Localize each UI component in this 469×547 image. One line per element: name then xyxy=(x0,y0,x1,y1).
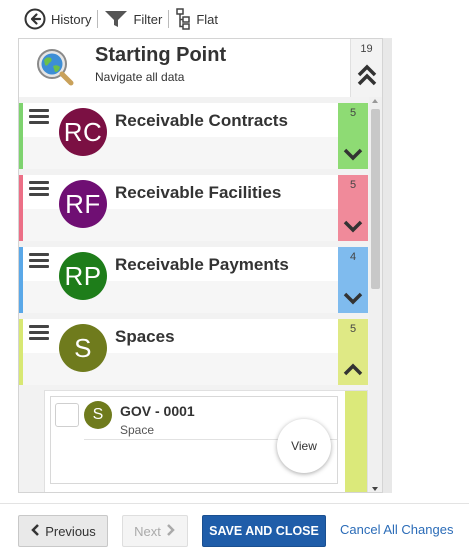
previous-button[interactable]: Previous xyxy=(18,515,108,547)
avatar: S xyxy=(84,401,112,429)
card-title: Receivable Contracts xyxy=(115,111,288,130)
history-button[interactable]: History xyxy=(24,8,91,30)
next-label: Next xyxy=(134,523,161,539)
child-side-strip xyxy=(345,391,367,492)
card-count: 5 xyxy=(349,179,357,191)
footer-divider xyxy=(0,503,469,504)
starting-point-card[interactable]: Starting Point Navigate all data 19 xyxy=(19,39,382,97)
hierarchy-icon xyxy=(175,8,191,30)
previous-label: Previous xyxy=(45,523,96,539)
navigation-panel: Starting Point Navigate all data 19 RC R… xyxy=(18,38,383,493)
card-receivable-facilities[interactable]: RF Receivable Facilities 5 xyxy=(19,175,368,241)
flat-label: Flat xyxy=(196,11,219,27)
hamburger-menu-icon[interactable] xyxy=(29,325,49,343)
globe-search-icon xyxy=(35,47,75,87)
panel-gutter xyxy=(383,38,392,493)
filter-icon xyxy=(104,9,128,29)
toolbar-divider xyxy=(168,10,170,28)
avatar: RC xyxy=(59,108,107,156)
filter-label: Filter xyxy=(133,11,163,27)
save-and-close-button[interactable]: SAVE AND CLOSE xyxy=(202,515,326,547)
child-title: GOV - 0001 xyxy=(120,403,195,419)
vertical-scrollbar[interactable] xyxy=(369,97,382,492)
starting-point-side: 19 xyxy=(350,39,382,97)
card-count: 5 xyxy=(349,323,357,335)
chevron-down-icon[interactable] xyxy=(343,147,363,166)
card-side: 4 xyxy=(338,247,368,313)
toolbar-divider xyxy=(97,10,99,28)
starting-point-count: 19 xyxy=(360,43,373,55)
hamburger-menu-icon[interactable] xyxy=(29,109,49,127)
card-title: Receivable Facilities xyxy=(115,183,282,202)
scrollbar-thumb[interactable] xyxy=(371,109,380,289)
card-side: 5 xyxy=(338,175,368,241)
card-receivable-payments[interactable]: RP Receivable Payments 4 xyxy=(19,247,368,313)
card-title: Spaces xyxy=(115,327,175,346)
card-count: 5 xyxy=(349,107,357,119)
scroll-up-arrow-icon[interactable] xyxy=(372,99,378,103)
chevron-down-icon[interactable] xyxy=(343,291,363,310)
back-arrow-icon xyxy=(24,8,46,30)
starting-point-subtitle: Navigate all data xyxy=(95,70,185,84)
scroll-down-arrow-icon[interactable] xyxy=(372,487,378,491)
next-button[interactable]: Next xyxy=(122,515,188,547)
chevron-down-icon[interactable] xyxy=(343,219,363,238)
card-spaces[interactable]: S Spaces 5 xyxy=(19,319,368,385)
avatar: S xyxy=(59,324,107,372)
hamburger-menu-icon[interactable] xyxy=(29,181,49,199)
cancel-all-changes-link[interactable]: Cancel All Changes xyxy=(340,522,453,537)
card-title: Receivable Payments xyxy=(115,255,289,274)
double-chevron-up-icon[interactable] xyxy=(356,63,378,92)
card-side: 5 xyxy=(338,319,368,385)
flat-button[interactable]: Flat xyxy=(175,8,218,30)
child-subtitle: Space xyxy=(120,423,155,437)
chevron-up-icon[interactable] xyxy=(343,363,363,382)
toolbar: History Filter Flat xyxy=(0,0,469,38)
card-receivable-contracts[interactable]: RC Receivable Contracts 5 xyxy=(19,103,368,169)
avatar: RF xyxy=(59,180,107,228)
avatar: RP xyxy=(59,252,107,300)
chevron-right-icon xyxy=(166,523,176,539)
history-label: History xyxy=(51,11,92,27)
starting-point-title: Starting Point xyxy=(95,44,227,66)
chevron-left-icon xyxy=(30,523,40,539)
card-side: 5 xyxy=(338,103,368,169)
card-count: 4 xyxy=(349,251,357,263)
view-button[interactable]: View xyxy=(277,419,331,473)
filter-button[interactable]: Filter xyxy=(104,9,162,29)
select-checkbox[interactable] xyxy=(55,403,79,427)
hamburger-menu-icon[interactable] xyxy=(29,253,49,271)
